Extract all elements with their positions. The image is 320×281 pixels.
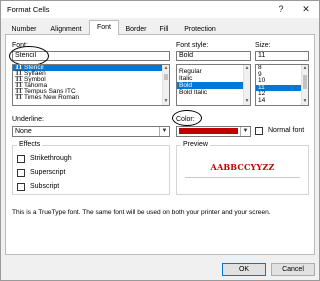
font-tab-panel: Font: Stencil TT Stencil TT Sylfaen TT Symb… (5, 34, 315, 255)
font-list[interactable]: TT Stencil TT Sylfaen TT Symbol TT Tahoma TT… (12, 64, 170, 106)
effects-title: Effects (17, 141, 43, 148)
scroll-up-icon[interactable]: ▲ (302, 65, 308, 72)
strikethrough-checkbox[interactable] (17, 155, 25, 163)
strikethrough-label: Strikethrough (30, 155, 72, 162)
normal-font-checkbox[interactable] (255, 127, 263, 135)
font-style-item[interactable]: Regular (177, 68, 250, 75)
font-style-item[interactable]: Italic (177, 75, 250, 82)
tab-font[interactable]: Font (89, 20, 119, 35)
normal-font-label: Normal font (268, 127, 305, 134)
font-style-list[interactable]: Regular Italic Bold Bold Italic ▲ ▼ (176, 64, 251, 106)
superscript-label: Superscript (30, 169, 66, 176)
font-name-input[interactable]: Stencil (12, 51, 170, 61)
cancel-button[interactable]: Cancel (271, 263, 315, 276)
tab-border[interactable]: Border (120, 23, 152, 34)
chevron-down-icon[interactable]: ▼ (159, 127, 169, 136)
subscript-checkbox[interactable] (17, 183, 25, 191)
close-button[interactable]: ✕ (299, 3, 313, 16)
tab-fill[interactable]: Fill (153, 23, 175, 34)
color-dropdown[interactable]: ▼ (176, 126, 251, 137)
format-cells-dialog: Format Cells ? ✕ Number Alignment Font B… (0, 0, 320, 281)
size-list-scrollbar[interactable]: ▲ ▼ (301, 65, 308, 105)
underline-label: Underline: (12, 116, 44, 123)
size-list[interactable]: 8 9 10 11 12 14 ▲ ▼ (255, 64, 309, 106)
underline-value: None (15, 128, 32, 135)
font-label: Font: (12, 42, 28, 49)
size-label: Size: (255, 42, 271, 49)
preview-title: Preview (181, 141, 210, 148)
subscript-label: Subscript (30, 183, 60, 190)
size-input[interactable]: 11 (255, 51, 309, 61)
scroll-up-icon[interactable]: ▲ (163, 65, 169, 72)
effects-group: Effects Strikethrough Superscript Subscr… (12, 141, 170, 195)
scroll-down-icon[interactable]: ▼ (244, 98, 250, 105)
font-style-input[interactable]: Bold (176, 51, 251, 61)
truetype-icon: TT (15, 94, 23, 101)
ok-button[interactable]: OK (222, 263, 266, 276)
tab-protection[interactable]: Protection (177, 23, 223, 34)
scroll-up-icon[interactable]: ▲ (244, 65, 250, 72)
font-style-item[interactable]: Bold Italic (177, 89, 250, 96)
tab-number[interactable]: Number (5, 23, 43, 34)
chevron-down-icon[interactable]: ▼ (240, 127, 250, 136)
color-swatch (179, 128, 238, 134)
scroll-thumb[interactable] (303, 75, 307, 89)
color-label: Color: (176, 116, 195, 123)
title-bar: Format Cells ? ✕ (1, 1, 319, 18)
scroll-down-icon[interactable]: ▼ (302, 98, 308, 105)
font-style-scrollbar[interactable]: ▲ ▼ (243, 65, 250, 105)
superscript-checkbox[interactable] (17, 169, 25, 177)
truetype-info-text: This is a TrueType font. The same font w… (12, 209, 271, 216)
tab-alignment[interactable]: Alignment (44, 23, 88, 34)
font-style-label: Font style: (176, 42, 209, 49)
font-style-item[interactable]: Bold (177, 82, 250, 89)
scroll-down-icon[interactable]: ▼ (163, 98, 169, 105)
window-title: Format Cells (7, 5, 50, 14)
help-button[interactable]: ? (274, 3, 288, 16)
scroll-thumb[interactable] (164, 74, 168, 80)
preview-sample: AABBCCYYZZ (210, 162, 275, 172)
preview-baseline (185, 177, 300, 178)
font-list-item[interactable]: TT Times New Roman (13, 94, 169, 101)
tab-strip: Number Alignment Font Border Fill Protec… (5, 20, 315, 35)
preview-group: Preview AABBCCYYZZ (176, 141, 309, 195)
font-list-scrollbar[interactable]: ▲ ▼ (162, 65, 169, 105)
underline-dropdown[interactable]: None ▼ (12, 126, 170, 137)
